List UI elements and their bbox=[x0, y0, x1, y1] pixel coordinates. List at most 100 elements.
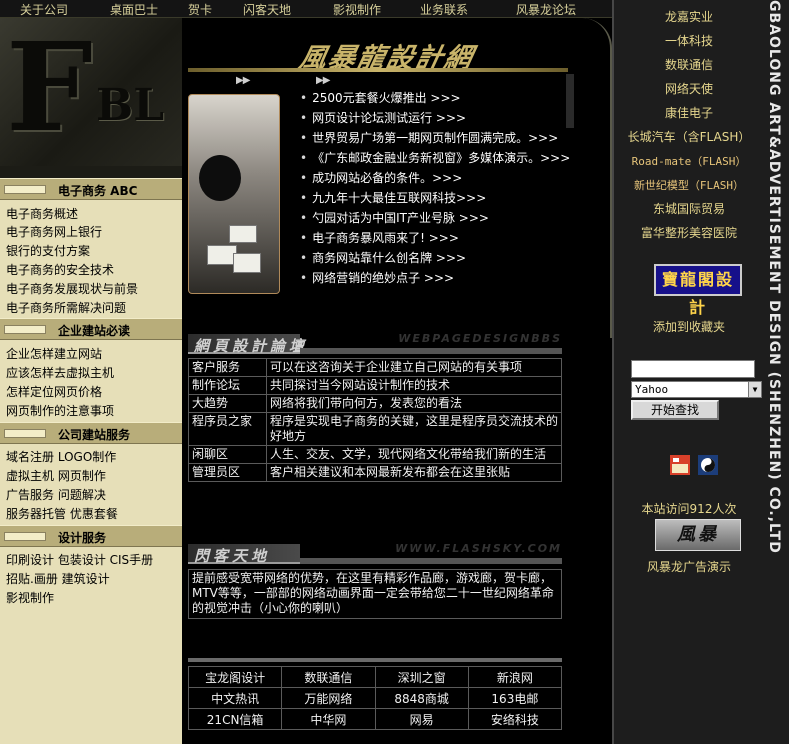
friend-link[interactable]: 深圳之窗 bbox=[374, 666, 469, 688]
enterprise-link[interactable]: 企业怎样建立网站 bbox=[6, 345, 102, 362]
nav-cards[interactable]: 贺卡 bbox=[188, 1, 212, 18]
news-item[interactable]: 世界贸易广场第一期网页制作圆满完成。>>> bbox=[300, 128, 570, 148]
news-item[interactable]: 电子商务暴风雨来了! >>> bbox=[300, 228, 570, 248]
forum-name[interactable]: 闲聊区 bbox=[188, 445, 267, 464]
news-item[interactable]: 2500元套餐火爆推出 >>> bbox=[300, 88, 570, 108]
partner-link[interactable]: 康佳电子 bbox=[614, 104, 764, 121]
search-button[interactable]: 开始查找 bbox=[631, 400, 719, 420]
search-engine-select[interactable]: Yahoo ▼ bbox=[631, 381, 762, 398]
forum-name[interactable]: 管理员区 bbox=[188, 463, 267, 482]
table-row: 中文热讯 万能网络 8848商城 163电邮 bbox=[187, 687, 563, 709]
partner-link[interactable]: 数联通信 bbox=[614, 56, 764, 73]
header-line bbox=[300, 348, 562, 354]
flash-description: 提前感受宽带网络的优势，在这里有精彩作品廊，游戏廊，贺卡廊，MTV等等，一部部的… bbox=[188, 569, 562, 619]
ecommerce-link[interactable]: 电子商务概述 bbox=[6, 205, 78, 222]
section-header-services: 公司建站服务 bbox=[0, 422, 182, 444]
yin-yang-icon[interactable] bbox=[698, 455, 718, 475]
forum-desc: 客户相关建议和本网最新发布都会在这里张贴 bbox=[266, 463, 562, 482]
baolong-badge[interactable]: 寶龍閣設計 bbox=[654, 264, 742, 317]
visit-counter: 本站访问912人次 bbox=[641, 502, 737, 516]
section-title: 设计服务 bbox=[58, 531, 107, 545]
friend-link[interactable]: 21CN信箱 bbox=[187, 708, 283, 730]
friend-link[interactable]: 新浪网 bbox=[467, 666, 563, 688]
friend-link[interactable]: 8848商城 bbox=[374, 687, 469, 709]
section-bar bbox=[4, 532, 46, 541]
friend-link[interactable]: 中文热讯 bbox=[187, 687, 283, 709]
enterprise-link[interactable]: 网页制作的注意事项 bbox=[6, 402, 114, 419]
partner-link[interactable]: 东城国际贸易 bbox=[614, 200, 764, 217]
service-link[interactable]: 域名注册 LOGO制作 bbox=[6, 448, 116, 465]
news-item[interactable]: 成功网站必备的条件。>>> bbox=[300, 168, 570, 188]
forum-title-en: WEBPAGEDESIGNBBS bbox=[398, 332, 562, 345]
table-row: 宝龙阁设计 数联通信 深圳之窗 新浪网 bbox=[187, 666, 563, 688]
chevron-down-icon[interactable]: ▼ bbox=[748, 381, 762, 398]
service-link[interactable]: 服务器托管 优惠套餐 bbox=[6, 505, 118, 522]
section-title: 企业建站必读 bbox=[58, 324, 131, 338]
forum-name[interactable]: 程序员之家 bbox=[188, 412, 267, 446]
design-link[interactable]: 印刷设计 包装设计 CIS手册 bbox=[6, 551, 153, 568]
news-item[interactable]: 商务网站靠什么创名牌 >>> bbox=[300, 248, 570, 268]
friend-link[interactable]: 安络科技 bbox=[467, 708, 563, 730]
company-name-vertical: GBAOLONG ART&ADVERTISEMENT DESIGN (SHENZ… bbox=[764, 0, 788, 620]
enterprise-link[interactable]: 怎样定位网页价格 bbox=[6, 383, 102, 400]
fengbao-logo[interactable]: 風暴 bbox=[655, 519, 741, 551]
nav-contact[interactable]: 业务联系 bbox=[420, 1, 468, 18]
site-logo[interactable]: F BL bbox=[0, 18, 182, 178]
design-link[interactable]: 招贴.画册 建筑设计 bbox=[6, 570, 110, 587]
ecommerce-link[interactable]: 电子商务网上银行 bbox=[6, 223, 102, 240]
ecommerce-link[interactable]: 电子商务所需解决问题 bbox=[6, 299, 126, 316]
partner-link[interactable]: Road-mate（FLASH） bbox=[614, 153, 764, 169]
section-bar bbox=[4, 325, 46, 334]
table-row: 程序员之家 程序是实现电子商务的关键，这里是程序员交流技术的好地方 bbox=[188, 412, 562, 446]
friend-link[interactable]: 中华网 bbox=[281, 708, 376, 730]
nav-flash[interactable]: 闪客天地 bbox=[243, 1, 291, 18]
forum-desc: 可以在这咨询关于企业建立自己网站的有关事项 bbox=[266, 358, 562, 377]
partner-link[interactable]: 龙嘉实业 bbox=[614, 8, 764, 25]
promo-photo bbox=[188, 94, 280, 294]
business-card bbox=[233, 253, 261, 273]
ecommerce-link[interactable]: 电子商务发展现状与前景 bbox=[6, 280, 138, 297]
search-input[interactable] bbox=[631, 360, 755, 378]
ecommerce-link[interactable]: 银行的支付方案 bbox=[6, 242, 90, 259]
section-header-ecommerce: 电子商务 ABC bbox=[0, 178, 182, 200]
nav-desktop-bus[interactable]: 桌面巴士 bbox=[110, 1, 158, 18]
table-row: 大趋势 网络将我们带向何方，发表您的看法 bbox=[188, 394, 562, 413]
news-item[interactable]: 网页设计论坛测试运行 >>> bbox=[300, 108, 570, 128]
service-link[interactable]: 广告服务 问题解决 bbox=[6, 486, 106, 503]
enterprise-link[interactable]: 应该怎样去虚拟主机 bbox=[6, 364, 114, 381]
counter-icon[interactable] bbox=[670, 455, 690, 475]
nav-about[interactable]: 关于公司 bbox=[20, 1, 68, 18]
ecommerce-link[interactable]: 电子商务的安全技术 bbox=[6, 261, 114, 278]
partner-link[interactable]: 一体科技 bbox=[614, 32, 764, 49]
partner-link[interactable]: 网络天使 bbox=[614, 80, 764, 97]
hand-silhouette bbox=[199, 155, 241, 201]
partner-link[interactable]: 新世纪模型（FLASH） bbox=[614, 177, 764, 193]
news-item[interactable]: 网络营销的绝妙点子 >>> bbox=[300, 268, 570, 288]
ad-demo-link[interactable]: 风暴龙广告演示 bbox=[614, 558, 764, 575]
bookmark-link[interactable]: 添加到收藏夹 bbox=[614, 318, 764, 335]
news-item[interactable]: 勺园对话为中国IT产业号脉 >>> bbox=[300, 208, 570, 228]
design-link[interactable]: 影视制作 bbox=[6, 589, 54, 606]
table-row: 客户服务 可以在这咨询关于企业建立自己网站的有关事项 bbox=[188, 358, 562, 377]
table-row: 制作论坛 共同探讨当今网站设计制作的技术 bbox=[188, 376, 562, 395]
forum-header: 網頁設計論壇 WEBPAGEDESIGNBBS bbox=[188, 332, 562, 356]
nav-video[interactable]: 影视制作 bbox=[333, 1, 381, 18]
friend-link[interactable]: 数联通信 bbox=[281, 666, 376, 688]
section-bar bbox=[4, 429, 46, 438]
news-item[interactable]: 九九年十大最佳互联网科技>>> bbox=[300, 188, 570, 208]
news-item[interactable]: 《广东邮政金融业务新视窗》多媒体演示。>>> bbox=[300, 148, 570, 168]
top-nav: 关于公司 桌面巴士 贺卡 闪客天地 影视制作 业务联系 风暴龙论坛 bbox=[0, 0, 612, 18]
nav-forum[interactable]: 风暴龙论坛 bbox=[516, 1, 576, 18]
friend-link[interactable]: 163电邮 bbox=[467, 687, 563, 709]
friend-links-table: 宝龙阁设计 数联通信 深圳之窗 新浪网 中文热讯 万能网络 8848商城 163… bbox=[187, 666, 563, 730]
forum-name[interactable]: 客户服务 bbox=[188, 358, 267, 377]
forum-name[interactable]: 制作论坛 bbox=[188, 376, 267, 395]
header-line bbox=[300, 558, 562, 564]
forum-name[interactable]: 大趋势 bbox=[188, 394, 267, 413]
friend-link[interactable]: 万能网络 bbox=[281, 687, 376, 709]
partner-link[interactable]: 富华整形美容医院 bbox=[614, 224, 764, 241]
friend-link[interactable]: 网易 bbox=[374, 708, 469, 730]
service-link[interactable]: 虚拟主机 网页制作 bbox=[6, 467, 106, 484]
partner-link[interactable]: 长城汽车（含FLASH） bbox=[614, 128, 764, 145]
friend-link[interactable]: 宝龙阁设计 bbox=[187, 666, 283, 688]
